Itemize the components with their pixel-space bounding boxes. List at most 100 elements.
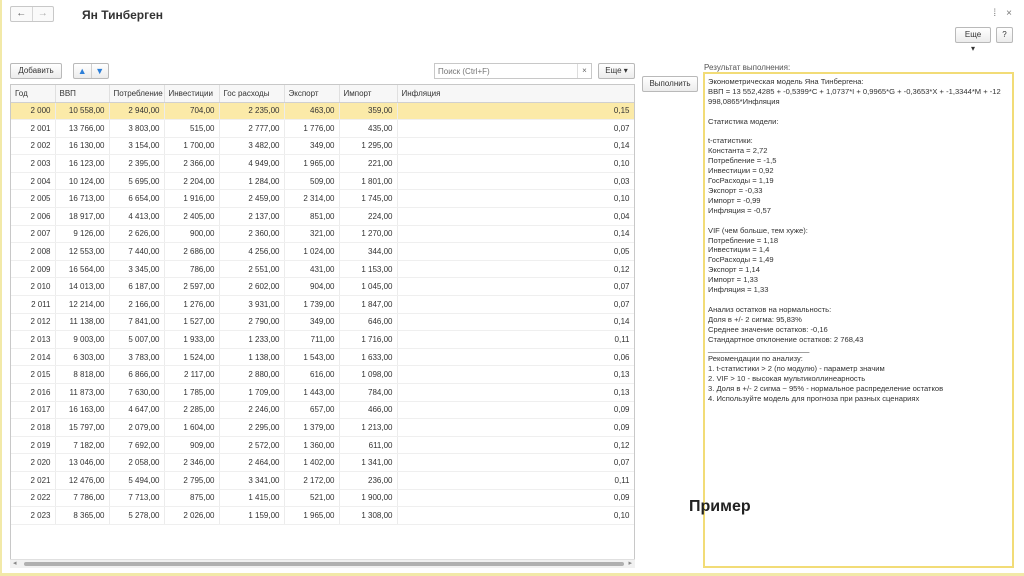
table-row[interactable]: 2 011 12 214,00 2 166,00 1 276,00 3 931,00 1 … (11, 295, 634, 314)
table-cell[interactable]: 7 692,00 (109, 436, 165, 455)
table-cell[interactable]: 1 098,00 (339, 365, 398, 384)
table-cell[interactable]: 2 019 (11, 436, 56, 455)
table-cell[interactable]: 431,00 (284, 260, 340, 279)
table-cell[interactable]: 0,04 (397, 207, 634, 226)
table-cell[interactable]: 2 366,00 (164, 154, 220, 173)
table-cell[interactable]: 224,00 (339, 207, 398, 226)
table-cell[interactable]: 2 023 (11, 506, 56, 525)
table-cell[interactable]: 3 803,00 (109, 119, 165, 138)
table-cell[interactable]: 16 123,00 (55, 154, 110, 173)
table-cell[interactable]: 2 001 (11, 119, 56, 138)
table-cell[interactable]: 2 015 (11, 365, 56, 384)
table-cell[interactable]: 6 866,00 (109, 365, 165, 384)
table-cell[interactable]: 1 024,00 (284, 242, 340, 261)
back-arrow-icon[interactable]: ← (11, 7, 32, 21)
table-cell[interactable]: 4 256,00 (219, 242, 285, 261)
result-panel[interactable]: Эконометрическая модель Яна Тинбергена: … (703, 72, 1014, 568)
table-cell[interactable]: 463,00 (284, 102, 340, 121)
table-cell[interactable]: 2 246,00 (219, 401, 285, 420)
table-cell[interactable]: 4 413,00 (109, 207, 165, 226)
table-row[interactable]: 2 003 16 123,00 2 395,00 2 366,00 4 949,00 1 … (11, 154, 634, 173)
table-cell[interactable]: 1 402,00 (284, 453, 340, 472)
search-input[interactable] (435, 64, 577, 78)
scroll-right-icon[interactable]: ▸ (628, 559, 632, 567)
table-row[interactable]: 2 009 16 564,00 3 345,00 786,00 2 551,00 431,… (11, 260, 634, 279)
table-row[interactable]: 2 005 16 713,00 6 654,00 1 916,00 2 459,00 2 … (11, 189, 634, 209)
table-row[interactable]: 2 006 18 917,00 4 413,00 2 405,00 2 137,00 85… (11, 207, 634, 226)
table-cell[interactable]: 1 415,00 (219, 489, 285, 508)
table-cell[interactable]: 16 130,00 (55, 137, 110, 156)
table-cell[interactable]: 875,00 (164, 489, 220, 508)
table-cell[interactable]: 0,11 (397, 471, 634, 490)
table-row[interactable]: 2 012 11 138,00 7 841,00 1 527,00 2 790,00 34… (11, 313, 634, 332)
table-cell[interactable]: 0,11 (397, 330, 634, 349)
table-cell[interactable]: 2 017 (11, 401, 56, 420)
table-cell[interactable]: 7 182,00 (55, 436, 110, 455)
table-cell[interactable]: 1 801,00 (339, 172, 398, 191)
table-cell[interactable]: 1 965,00 (284, 506, 340, 525)
table-cell[interactable]: 466,00 (339, 401, 398, 420)
table-cell[interactable]: 7 440,00 (109, 242, 165, 261)
table-cell[interactable]: 0,09 (397, 401, 634, 420)
table-cell[interactable]: 521,00 (284, 489, 340, 508)
table-cell[interactable]: 2 002 (11, 137, 56, 156)
table-cell[interactable]: 4 647,00 (109, 401, 165, 420)
table-cell[interactable]: 509,00 (284, 172, 340, 191)
table-row[interactable]: 2 023 8 365,00 5 278,00 2 026,00 1 159,00 1 9… (11, 506, 634, 525)
table-cell[interactable]: 2 007 (11, 225, 56, 244)
table-cell[interactable]: 236,00 (339, 471, 398, 490)
arrow-down-icon[interactable]: ▼ (90, 64, 109, 78)
table-row[interactable]: 2 014 6 303,00 3 783,00 1 524,00 1 138,00 1 5… (11, 348, 634, 367)
column-header[interactable]: Потребление (109, 85, 165, 103)
table-cell[interactable]: 2 880,00 (219, 365, 285, 384)
table-cell[interactable]: 0,14 (397, 313, 634, 332)
table-cell[interactable]: 321,00 (284, 225, 340, 244)
table-cell[interactable]: 0,05 (397, 242, 634, 261)
menu-dots-icon[interactable]: ⁞ (993, 8, 996, 19)
table-cell[interactable]: 2 137,00 (219, 207, 285, 226)
column-header[interactable]: Гос расходы (219, 85, 285, 103)
scroll-left-icon[interactable]: ◂ (13, 559, 17, 567)
table-cell[interactable]: 1 443,00 (284, 383, 340, 402)
column-header[interactable]: ВВП (55, 85, 110, 103)
table-cell[interactable]: 5 007,00 (109, 330, 165, 349)
table-cell[interactable]: 1 933,00 (164, 330, 220, 349)
table-cell[interactable]: 1 776,00 (284, 119, 340, 138)
table-cell[interactable]: 3 783,00 (109, 348, 165, 367)
table-cell[interactable]: 1 045,00 (339, 277, 398, 297)
table-cell[interactable]: 3 345,00 (109, 260, 165, 279)
forward-arrow-icon[interactable]: → (31, 7, 54, 21)
table-cell[interactable]: 11 873,00 (55, 383, 110, 402)
column-header[interactable]: Экспорт (284, 85, 340, 103)
table-cell[interactable]: 2 314,00 (284, 189, 340, 209)
table-cell[interactable]: 349,00 (284, 137, 340, 156)
table-cell[interactable]: 359,00 (339, 102, 398, 121)
clear-search-icon[interactable]: × (577, 64, 591, 78)
table-cell[interactable]: 5 494,00 (109, 471, 165, 490)
table-cell[interactable]: 2 020 (11, 453, 56, 472)
table-cell[interactable]: 5 278,00 (109, 506, 165, 525)
table-cell[interactable]: 2 940,00 (109, 102, 165, 121)
table-row[interactable]: 2 020 13 046,00 2 058,00 2 346,00 2 464,00 1 … (11, 453, 634, 472)
table-cell[interactable]: 2 777,00 (219, 119, 285, 138)
table-cell[interactable]: 2 117,00 (164, 365, 220, 384)
table-cell[interactable]: 1 716,00 (339, 330, 398, 349)
table-cell[interactable]: 1 295,00 (339, 137, 398, 156)
arrow-up-icon[interactable]: ▲ (74, 64, 91, 78)
table-cell[interactable]: 0,07 (397, 453, 634, 472)
execute-button[interactable]: Выполнить (642, 76, 698, 92)
table-cell[interactable]: 6 187,00 (109, 277, 165, 297)
table-cell[interactable]: 1 233,00 (219, 330, 285, 349)
table-cell[interactable]: 0,09 (397, 489, 634, 508)
table-cell[interactable]: 4 949,00 (219, 154, 285, 173)
table-cell[interactable]: 2 790,00 (219, 313, 285, 332)
table-cell[interactable]: 786,00 (164, 260, 220, 279)
table-cell[interactable]: 0,10 (397, 154, 634, 173)
table-row[interactable]: 2 013 9 003,00 5 007,00 1 933,00 1 233,00 711… (11, 330, 634, 349)
table-cell[interactable]: 3 931,00 (219, 295, 285, 314)
table-cell[interactable]: 2 003 (11, 154, 56, 173)
table-row[interactable]: 2 015 8 818,00 6 866,00 2 117,00 2 880,00 616… (11, 365, 634, 384)
table-row[interactable]: 2 017 16 163,00 4 647,00 2 285,00 2 246,00 65… (11, 401, 634, 420)
table-cell[interactable]: 784,00 (339, 383, 398, 402)
table-cell[interactable]: 2 597,00 (164, 277, 220, 297)
